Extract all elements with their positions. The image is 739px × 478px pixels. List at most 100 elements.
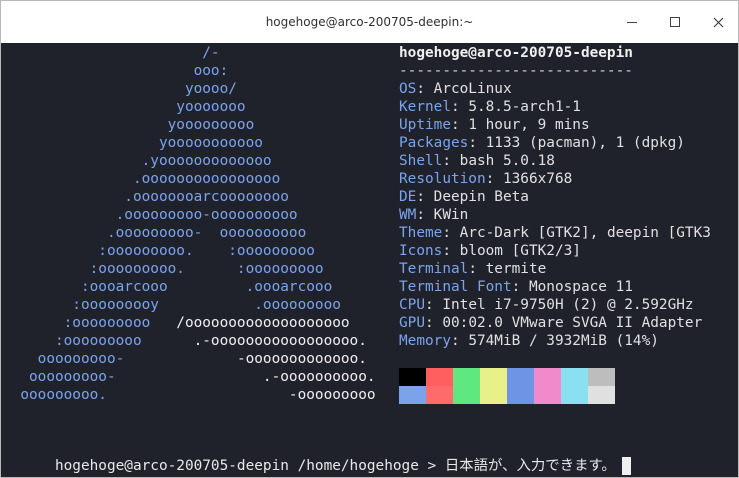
- info-line: Resolution: 1366x768: [399, 171, 573, 187]
- logo-segment: .ooooooooo-oooooooooo: [3, 207, 298, 223]
- logo-segment: :ooooooooo: [3, 315, 177, 331]
- info-line: Theme: Arc-Dark [GTK2], deepin [GTK3: [399, 225, 711, 241]
- logo-line: yoooo/: [3, 80, 376, 98]
- info-key: Terminal Font: [399, 279, 512, 295]
- info-key: Theme: [399, 225, 443, 241]
- info-value: termite: [485, 261, 547, 277]
- title-bar[interactable]: hogehoge@arco-200705-deepin:~: [1, 1, 738, 43]
- info-line: WM: KWin: [399, 207, 469, 223]
- logo-segment: yooooooo: [3, 99, 246, 115]
- logo-segment: .ooooooooo- oooooooooo: [3, 225, 307, 241]
- info-value: 1133 (pacman), 1 (dpkg): [485, 135, 685, 151]
- color-swatch: [588, 368, 615, 386]
- logo-line: .yooooooooooooo: [3, 152, 376, 170]
- info-key: Terminal: [399, 261, 469, 277]
- logo-segment: ooo:: [3, 63, 229, 79]
- logo-line: :oooarcooo .oooarcooo: [3, 278, 376, 296]
- info-line: CPU: Intel i7-9750H (2) @ 2.592GHz: [399, 297, 694, 313]
- logo-line: :ooooooooo. :ooooooooo: [3, 242, 376, 260]
- color-swatch: [561, 368, 588, 386]
- color-swatch: [507, 368, 534, 386]
- info-key: DE: [399, 189, 417, 205]
- info-line: Terminal: termite: [399, 261, 547, 277]
- logo-segment: ooooooooo-: [3, 351, 237, 367]
- user-host-header: hogehoge@arco-200705-deepin: [399, 45, 633, 61]
- logo-line: :ooooooooo /ooooooooooooooooooo: [3, 314, 376, 332]
- info-value: 574MiB / 3932MiB (14%): [468, 333, 659, 349]
- logo-segment: -ooooooooo: [288, 387, 376, 403]
- color-swatch: [480, 368, 507, 386]
- logo-line: .oooooooooooooooo: [3, 170, 376, 188]
- logo-line: ooooooooo- .-oooooooooo.: [3, 368, 376, 386]
- logo-segment: .oooooooooooooooo: [3, 171, 281, 187]
- info-line: Terminal Font: Monospace 11: [399, 279, 633, 295]
- logo-segment: :ooooooooy .ooooooooo: [3, 297, 341, 313]
- info-key: Shell: [399, 153, 443, 169]
- logo-segment: -ooooooooooooo.: [236, 351, 367, 367]
- info-line: Shell: bash 5.0.18: [399, 153, 555, 169]
- logo-line: :ooooooooo. :ooooooooo: [3, 260, 376, 278]
- terminal-window: hogehoge@arco-200705-deepin:~ /- ooo: yo…: [0, 0, 739, 478]
- close-icon: [713, 17, 723, 27]
- minimize-button[interactable]: [618, 9, 646, 35]
- logo-segment: :ooooooooo: [3, 333, 194, 349]
- logo-segment: ooooooooo-: [3, 369, 263, 385]
- logo-line: ooooooooo. -ooooooooo: [3, 386, 376, 404]
- text-cursor: [621, 457, 631, 475]
- info-value: Monospace 11: [528, 279, 633, 295]
- terminal-area[interactable]: /- ooo: yoooo/ yooooooo yooooooooo yoooo…: [1, 43, 738, 477]
- color-swatch: [480, 386, 507, 404]
- info-key: OS: [399, 81, 417, 97]
- prompt-text: hogehoge@arco-200705-deepin /home/hogeho…: [54, 458, 616, 474]
- maximize-icon: [670, 17, 680, 27]
- info-value: 5.8.5-arch1-1: [468, 99, 581, 115]
- info-value: Deepin Beta: [433, 189, 529, 205]
- color-swatch: [588, 386, 615, 404]
- system-info: hogehoge@arco-200705-deepin ------------…: [399, 44, 711, 350]
- info-key: CPU: [399, 297, 425, 313]
- logo-segment: :ooooooooo. :ooooooooo: [3, 261, 324, 277]
- header-separator: ---------------------------: [399, 63, 633, 79]
- logo-segment: yooooooooo: [3, 117, 255, 133]
- info-value: Intel i7-9750H (2) @ 2.592GHz: [442, 297, 694, 313]
- logo-segment: /-: [3, 45, 220, 61]
- info-value: bash 5.0.18: [459, 153, 555, 169]
- info-key: Kernel: [399, 99, 451, 115]
- close-button[interactable]: [704, 9, 732, 35]
- info-line: GPU: 00:02.0 VMware SVGA II Adapter: [399, 315, 703, 331]
- logo-line: /-: [3, 44, 376, 62]
- info-key: Icons: [399, 243, 443, 259]
- color-swatch: [453, 368, 480, 386]
- info-value: ArcoLinux: [433, 81, 512, 97]
- info-value: KWin: [433, 207, 469, 223]
- color-swatch: [426, 368, 453, 386]
- info-value: Arc-Dark [GTK2], deepin [GTK3: [459, 225, 711, 241]
- info-line: Memory: 574MiB / 3932MiB (14%): [399, 333, 659, 349]
- logo-line: :ooooooooo .-ooooooooooooooooo.: [3, 332, 376, 350]
- color-swatch: [399, 386, 426, 404]
- arcolinux-ascii-logo: /- ooo: yoooo/ yooooooo yooooooooo yoooo…: [3, 44, 376, 404]
- logo-segment: :oooarcooo .oooarcooo: [3, 279, 333, 295]
- color-swatch: [399, 368, 426, 386]
- color-swatch: [453, 386, 480, 404]
- maximize-button[interactable]: [661, 9, 689, 35]
- shell-prompt[interactable]: hogehoge@arco-200705-deepin /home/hogeho…: [3, 439, 631, 475]
- logo-line: .ooooooooo- oooooooooo: [3, 224, 376, 242]
- color-swatch: [534, 368, 561, 386]
- logo-segment: /ooooooooooooooooooo: [176, 315, 350, 331]
- minimize-icon: [627, 22, 637, 23]
- palette-normal-row: [399, 368, 615, 386]
- info-key: Uptime: [399, 117, 451, 133]
- logo-line: .oooooooarcoooooooo: [3, 188, 376, 206]
- logo-line: ooo:: [3, 62, 376, 80]
- logo-line: ooooooooo- -ooooooooooooo.: [3, 350, 376, 368]
- logo-segment: .oooooooarcoooooooo: [3, 189, 289, 205]
- logo-segment: yoooo/: [3, 81, 237, 97]
- color-swatch: [426, 386, 453, 404]
- info-line: Icons: bloom [GTK2/3]: [399, 243, 581, 259]
- palette-bright-row: [399, 386, 615, 404]
- info-value: 1366x768: [502, 171, 573, 187]
- info-key: GPU: [399, 315, 425, 331]
- info-key: Memory: [399, 333, 451, 349]
- logo-line: yooooooooo: [3, 116, 376, 134]
